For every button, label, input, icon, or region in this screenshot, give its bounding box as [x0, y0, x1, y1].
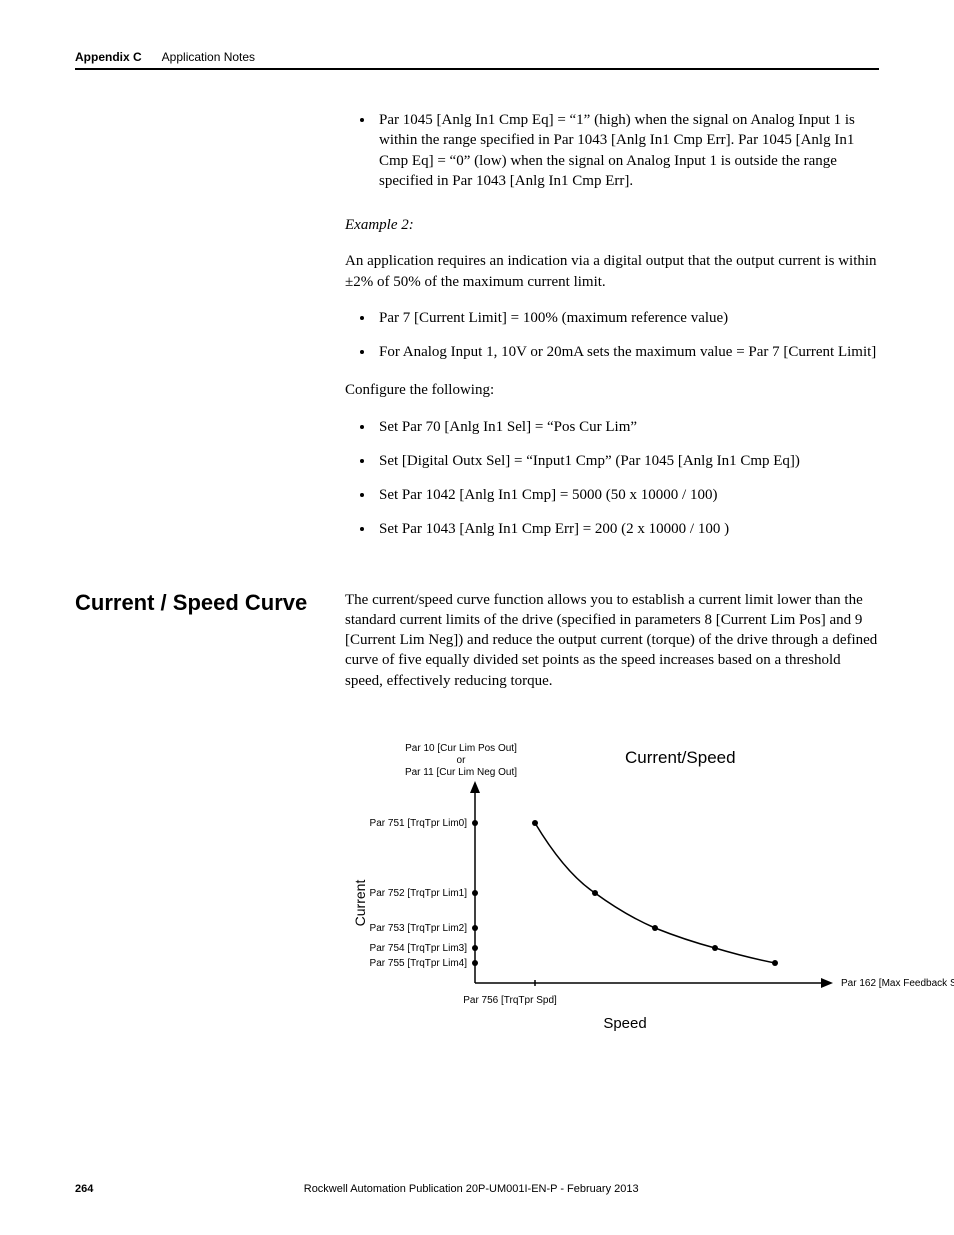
body-paragraph: Configure the following:: [345, 380, 879, 400]
publication-info: Rockwell Automation Publication 20P-UM00…: [304, 1183, 639, 1195]
body-paragraph: An application requires an indication vi…: [345, 251, 879, 292]
list-item: Set Par 1043 [Anlg In1 Cmp Err] = 200 (2…: [375, 519, 879, 539]
appendix-label: Appendix C: [75, 50, 142, 64]
list-item: For Analog Input 1, 10V or 20mA sets the…: [375, 342, 879, 362]
curve-point: [592, 890, 598, 896]
chart-svg: Par 10 [Cur Lim Pos Out] or Par 11 [Cur …: [345, 733, 954, 1033]
chapter-label: Application Notes: [162, 50, 255, 64]
curve-point: [532, 820, 538, 826]
bullet-list-2: Par 7 [Current Limit] = 100% (maximum re…: [345, 308, 879, 363]
curve-point: [712, 945, 718, 951]
y-tick-0: Par 751 [TrqTpr Lim0]: [370, 818, 478, 829]
page-footer: 264 Rockwell Automation Publication 20P-…: [75, 1183, 879, 1195]
svg-text:Par 754 [TrqTpr Lim3]: Par 754 [TrqTpr Lim3]: [370, 943, 468, 954]
list-item: Set Par 70 [Anlg In1 Sel] = “Pos Cur Lim…: [375, 417, 879, 437]
section-heading: Current / Speed Curve: [75, 590, 345, 707]
bullet-list-3: Set Par 70 [Anlg In1 Sel] = “Pos Cur Lim…: [345, 417, 879, 540]
y-tick-3: Par 754 [TrqTpr Lim3]: [370, 943, 478, 954]
list-item: Par 7 [Current Limit] = 100% (maximum re…: [375, 308, 879, 328]
current-speed-chart: Par 10 [Cur Lim Pos Out] or Par 11 [Cur …: [345, 733, 879, 1038]
y-tick-1: Par 752 [TrqTpr Lim1]: [370, 888, 478, 899]
main-content: Par 1045 [Anlg In1 Cmp Eq] = “1” (high) …: [345, 110, 879, 540]
curve-point: [652, 925, 658, 931]
svg-text:Par 752 [TrqTpr Lim1]: Par 752 [TrqTpr Lim1]: [370, 888, 468, 899]
y-axis-label: Current: [352, 879, 368, 926]
page-header: Appendix C Application Notes: [75, 50, 879, 70]
y-top-label-2: Par 11 [Cur Lim Neg Out]: [405, 767, 517, 778]
list-item: Set Par 1042 [Anlg In1 Cmp] = 5000 (50 x…: [375, 485, 879, 505]
section-body: The current/speed curve function allows …: [345, 590, 879, 707]
body-paragraph: The current/speed curve function allows …: [345, 590, 879, 691]
y-tick-2: Par 753 [TrqTpr Lim2]: [370, 923, 478, 934]
x-right-label: Par 162 [Max Feedback Spd]: [841, 978, 954, 989]
y-top-label-or: or: [457, 755, 467, 766]
svg-text:Par 751 [TrqTpr Lim0]: Par 751 [TrqTpr Lim0]: [370, 818, 468, 829]
chart-title: Current/Speed: [625, 748, 736, 767]
section-current-speed: Current / Speed Curve The current/speed …: [75, 590, 879, 707]
svg-text:Par 755 [TrqTpr Lim4]: Par 755 [TrqTpr Lim4]: [370, 958, 468, 969]
example-heading: Example 2:: [345, 215, 879, 235]
x-axis-label: Speed: [603, 1015, 646, 1032]
curve-line: [535, 823, 775, 963]
curve-point: [772, 960, 778, 966]
list-item: Par 1045 [Anlg In1 Cmp Eq] = “1” (high) …: [375, 110, 879, 191]
list-item: Set [Digital Outx Sel] = “Input1 Cmp” (P…: [375, 451, 879, 471]
page-number: 264: [75, 1183, 93, 1195]
y-top-label-1: Par 10 [Cur Lim Pos Out]: [405, 743, 517, 754]
bullet-list-1: Par 1045 [Anlg In1 Cmp Eq] = “1” (high) …: [345, 110, 879, 191]
x-tick-label: Par 756 [TrqTpr Spd]: [463, 995, 557, 1006]
svg-text:Par 753 [TrqTpr Lim2]: Par 753 [TrqTpr Lim2]: [370, 923, 468, 934]
y-tick-4: Par 755 [TrqTpr Lim4]: [370, 958, 478, 969]
